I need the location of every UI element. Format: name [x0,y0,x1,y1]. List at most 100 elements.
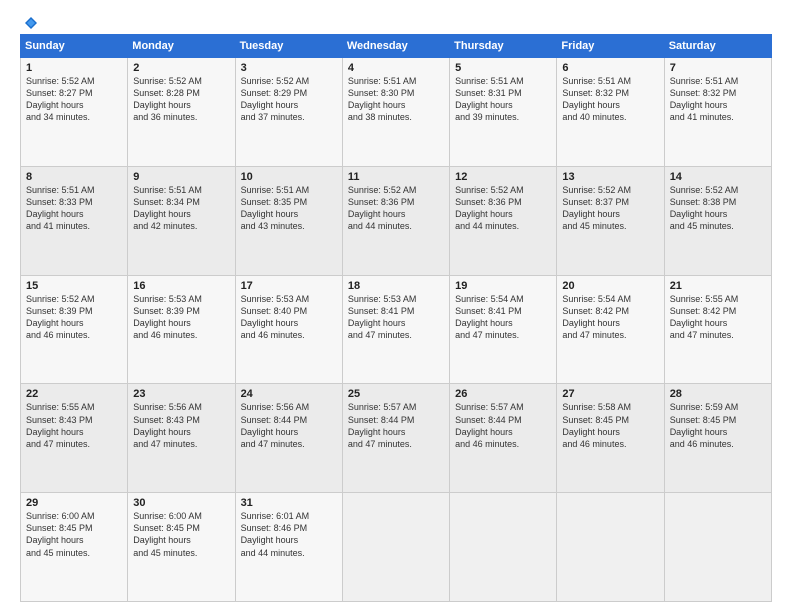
day-number: 10 [241,171,337,183]
day-detail: Sunrise: 5:53 AMSunset: 8:41 PMDaylight … [348,294,417,340]
calendar-cell: 6 Sunrise: 5:51 AMSunset: 8:32 PMDayligh… [557,58,664,167]
day-number: 15 [26,280,122,292]
day-number: 24 [241,388,337,400]
day-number: 31 [241,497,337,509]
day-detail: Sunrise: 6:00 AMSunset: 8:45 PMDaylight … [26,511,95,557]
calendar-cell: 16 Sunrise: 5:53 AMSunset: 8:39 PMDaylig… [128,275,235,384]
logo [20,16,38,26]
calendar-cell: 30 Sunrise: 6:00 AMSunset: 8:45 PMDaylig… [128,493,235,602]
day-detail: Sunrise: 5:52 AMSunset: 8:38 PMDaylight … [670,185,739,231]
day-number: 28 [670,388,766,400]
day-detail: Sunrise: 5:59 AMSunset: 8:45 PMDaylight … [670,402,739,448]
calendar-table: SundayMondayTuesdayWednesdayThursdayFrid… [20,34,772,602]
calendar-cell: 14 Sunrise: 5:52 AMSunset: 8:38 PMDaylig… [664,166,771,275]
calendar-cell [450,493,557,602]
day-detail: Sunrise: 5:57 AMSunset: 8:44 PMDaylight … [455,402,524,448]
day-number: 20 [562,280,658,292]
day-number: 17 [241,280,337,292]
day-number: 30 [133,497,229,509]
calendar-header-tuesday: Tuesday [235,35,342,58]
calendar-week-row: 29 Sunrise: 6:00 AMSunset: 8:45 PMDaylig… [21,493,772,602]
day-detail: Sunrise: 5:51 AMSunset: 8:32 PMDaylight … [562,76,631,122]
day-detail: Sunrise: 5:55 AMSunset: 8:42 PMDaylight … [670,294,739,340]
logo-icon [24,16,38,30]
day-detail: Sunrise: 5:55 AMSunset: 8:43 PMDaylight … [26,402,95,448]
calendar-header-row: SundayMondayTuesdayWednesdayThursdayFrid… [21,35,772,58]
day-detail: Sunrise: 6:01 AMSunset: 8:46 PMDaylight … [241,511,310,557]
calendar-cell: 29 Sunrise: 6:00 AMSunset: 8:45 PMDaylig… [21,493,128,602]
day-number: 21 [670,280,766,292]
calendar-cell: 24 Sunrise: 5:56 AMSunset: 8:44 PMDaylig… [235,384,342,493]
calendar-cell: 8 Sunrise: 5:51 AMSunset: 8:33 PMDayligh… [21,166,128,275]
day-detail: Sunrise: 5:53 AMSunset: 8:40 PMDaylight … [241,294,310,340]
day-number: 14 [670,171,766,183]
day-number: 22 [26,388,122,400]
day-number: 9 [133,171,229,183]
calendar-cell: 26 Sunrise: 5:57 AMSunset: 8:44 PMDaylig… [450,384,557,493]
day-detail: Sunrise: 5:52 AMSunset: 8:28 PMDaylight … [133,76,202,122]
calendar-cell: 5 Sunrise: 5:51 AMSunset: 8:31 PMDayligh… [450,58,557,167]
calendar-cell: 23 Sunrise: 5:56 AMSunset: 8:43 PMDaylig… [128,384,235,493]
calendar-week-row: 8 Sunrise: 5:51 AMSunset: 8:33 PMDayligh… [21,166,772,275]
calendar-cell: 20 Sunrise: 5:54 AMSunset: 8:42 PMDaylig… [557,275,664,384]
day-detail: Sunrise: 5:52 AMSunset: 8:36 PMDaylight … [348,185,417,231]
day-detail: Sunrise: 5:52 AMSunset: 8:36 PMDaylight … [455,185,524,231]
calendar-cell: 1 Sunrise: 5:52 AMSunset: 8:27 PMDayligh… [21,58,128,167]
calendar-cell: 31 Sunrise: 6:01 AMSunset: 8:46 PMDaylig… [235,493,342,602]
calendar-header-sunday: Sunday [21,35,128,58]
day-detail: Sunrise: 5:51 AMSunset: 8:30 PMDaylight … [348,76,417,122]
calendar-cell: 10 Sunrise: 5:51 AMSunset: 8:35 PMDaylig… [235,166,342,275]
day-detail: Sunrise: 5:58 AMSunset: 8:45 PMDaylight … [562,402,631,448]
calendar-cell: 7 Sunrise: 5:51 AMSunset: 8:32 PMDayligh… [664,58,771,167]
calendar-header-monday: Monday [128,35,235,58]
day-detail: Sunrise: 5:51 AMSunset: 8:35 PMDaylight … [241,185,310,231]
day-number: 7 [670,62,766,74]
day-number: 4 [348,62,444,74]
day-detail: Sunrise: 5:51 AMSunset: 8:31 PMDaylight … [455,76,524,122]
day-number: 12 [455,171,551,183]
calendar-cell: 25 Sunrise: 5:57 AMSunset: 8:44 PMDaylig… [342,384,449,493]
day-detail: Sunrise: 5:54 AMSunset: 8:42 PMDaylight … [562,294,631,340]
calendar-cell: 11 Sunrise: 5:52 AMSunset: 8:36 PMDaylig… [342,166,449,275]
day-detail: Sunrise: 5:54 AMSunset: 8:41 PMDaylight … [455,294,524,340]
day-number: 18 [348,280,444,292]
calendar-header-wednesday: Wednesday [342,35,449,58]
day-detail: Sunrise: 5:51 AMSunset: 8:32 PMDaylight … [670,76,739,122]
calendar-cell: 3 Sunrise: 5:52 AMSunset: 8:29 PMDayligh… [235,58,342,167]
calendar-header-saturday: Saturday [664,35,771,58]
day-detail: Sunrise: 5:52 AMSunset: 8:27 PMDaylight … [26,76,95,122]
day-detail: Sunrise: 5:51 AMSunset: 8:34 PMDaylight … [133,185,202,231]
day-detail: Sunrise: 5:52 AMSunset: 8:29 PMDaylight … [241,76,310,122]
day-number: 23 [133,388,229,400]
day-number: 3 [241,62,337,74]
calendar-cell: 17 Sunrise: 5:53 AMSunset: 8:40 PMDaylig… [235,275,342,384]
calendar-week-row: 22 Sunrise: 5:55 AMSunset: 8:43 PMDaylig… [21,384,772,493]
day-detail: Sunrise: 5:51 AMSunset: 8:33 PMDaylight … [26,185,95,231]
day-number: 11 [348,171,444,183]
day-number: 13 [562,171,658,183]
calendar-header-friday: Friday [557,35,664,58]
day-number: 19 [455,280,551,292]
day-detail: Sunrise: 6:00 AMSunset: 8:45 PMDaylight … [133,511,202,557]
calendar-cell: 13 Sunrise: 5:52 AMSunset: 8:37 PMDaylig… [557,166,664,275]
day-detail: Sunrise: 5:52 AMSunset: 8:37 PMDaylight … [562,185,631,231]
calendar-cell: 4 Sunrise: 5:51 AMSunset: 8:30 PMDayligh… [342,58,449,167]
calendar-cell: 22 Sunrise: 5:55 AMSunset: 8:43 PMDaylig… [21,384,128,493]
calendar-cell: 9 Sunrise: 5:51 AMSunset: 8:34 PMDayligh… [128,166,235,275]
calendar-cell [342,493,449,602]
day-number: 29 [26,497,122,509]
calendar-cell: 19 Sunrise: 5:54 AMSunset: 8:41 PMDaylig… [450,275,557,384]
day-detail: Sunrise: 5:53 AMSunset: 8:39 PMDaylight … [133,294,202,340]
day-number: 2 [133,62,229,74]
header [20,16,772,26]
calendar-cell [664,493,771,602]
day-number: 6 [562,62,658,74]
day-number: 25 [348,388,444,400]
day-number: 16 [133,280,229,292]
day-detail: Sunrise: 5:57 AMSunset: 8:44 PMDaylight … [348,402,417,448]
calendar-week-row: 15 Sunrise: 5:52 AMSunset: 8:39 PMDaylig… [21,275,772,384]
page: SundayMondayTuesdayWednesdayThursdayFrid… [0,0,792,612]
calendar-cell: 15 Sunrise: 5:52 AMSunset: 8:39 PMDaylig… [21,275,128,384]
day-number: 5 [455,62,551,74]
day-detail: Sunrise: 5:56 AMSunset: 8:43 PMDaylight … [133,402,202,448]
